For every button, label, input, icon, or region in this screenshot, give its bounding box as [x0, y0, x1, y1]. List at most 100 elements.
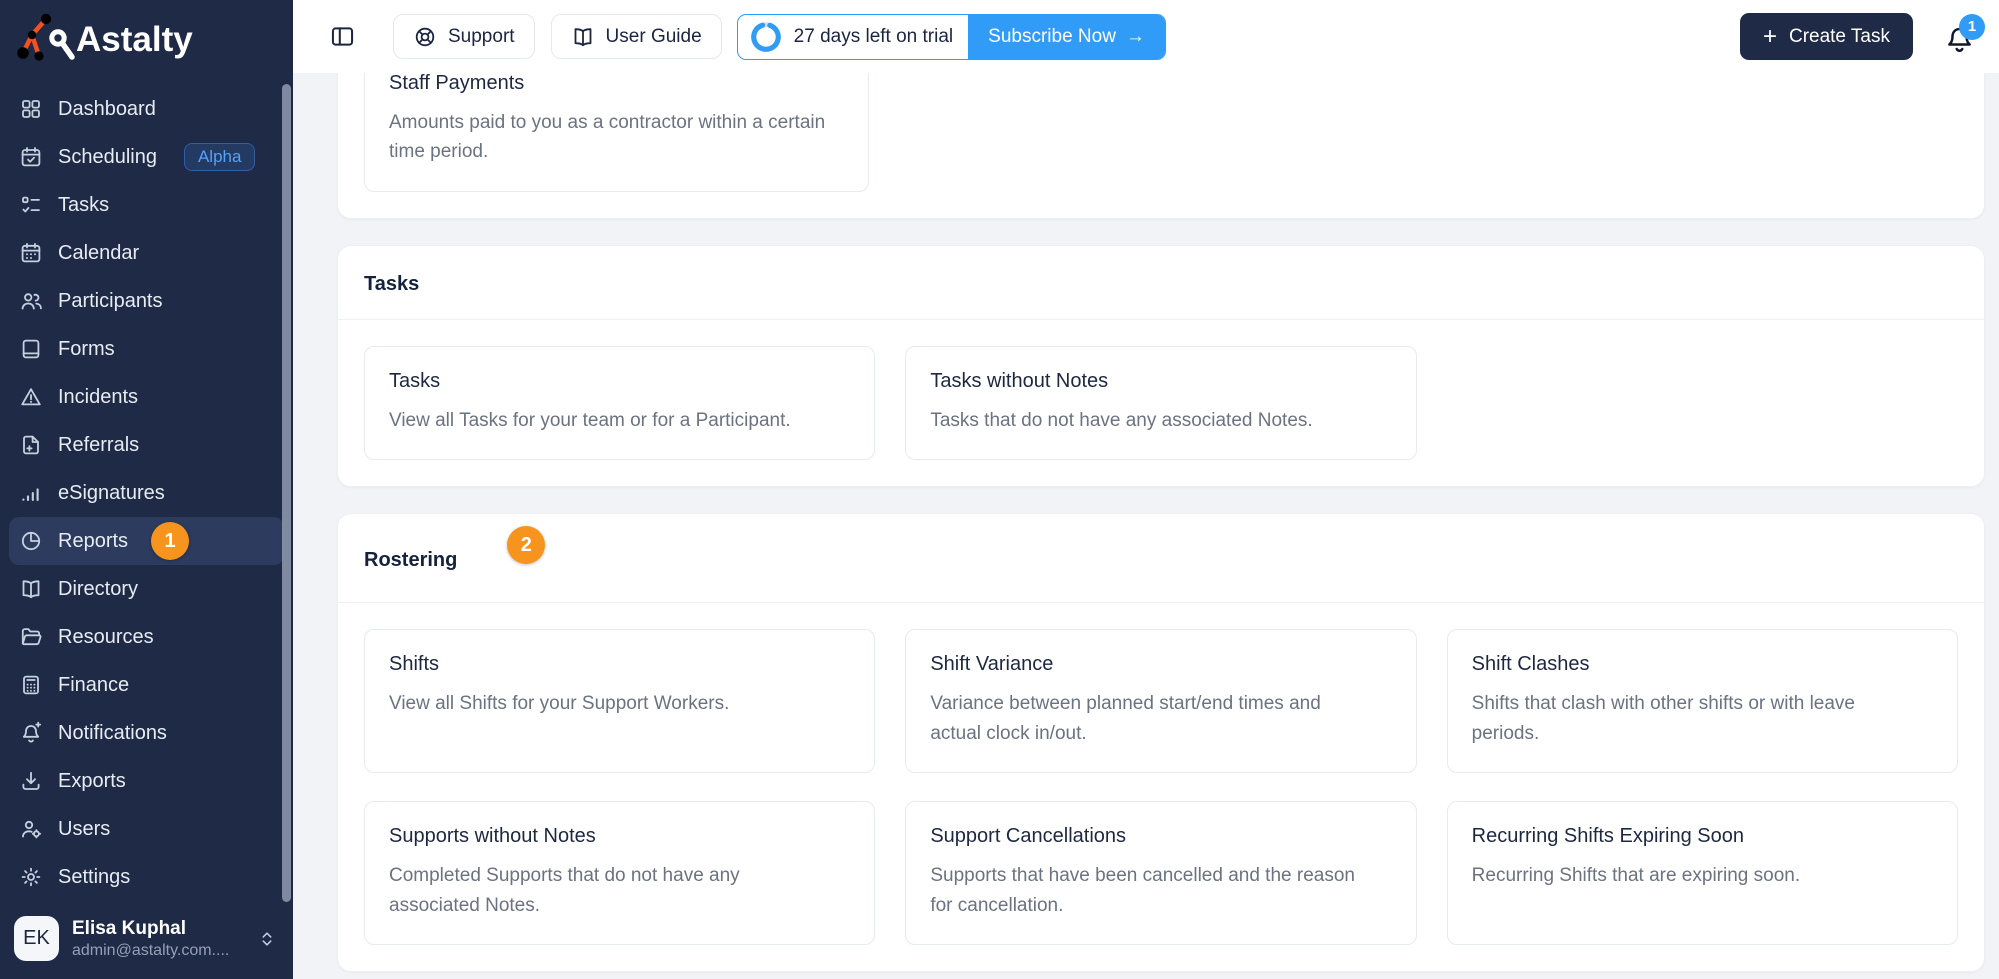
report-card-title: Tasks: [389, 369, 441, 392]
alert-triangle-icon: [19, 385, 43, 409]
user-guide-label: User Guide: [605, 25, 702, 47]
document-plus-icon: [19, 433, 43, 457]
sidebar-item-label: eSignatures: [58, 481, 165, 504]
report-card-desc: Recurring Shifts that are expiring soon.: [1471, 865, 1801, 887]
chevron-up-down-icon: [257, 929, 277, 949]
report-card-title: Supports without Notes: [389, 825, 596, 848]
logo-wordmark: Astalty: [76, 20, 193, 59]
sidebar-item-tasks[interactable]: Tasks: [9, 181, 284, 229]
user-meta: Elisa Kuphal admin@astalty.com....: [72, 918, 244, 960]
report-card-tasks[interactable]: Tasks View all Tasks for your team or fo…: [364, 345, 876, 461]
report-card-title: Staff Payments: [389, 73, 525, 94]
report-card-recurring-shifts-expiring[interactable]: Recurring Shifts Expiring Soon Recurring…: [1446, 801, 1958, 946]
sidebar-item-scheduling[interactable]: Scheduling Alpha: [9, 133, 284, 181]
sidebar-item-exports[interactable]: Exports: [9, 757, 284, 805]
plus-icon: +: [1762, 22, 1777, 50]
sidebar-item-calendar[interactable]: Calendar: [9, 229, 284, 277]
report-card-supports-without-notes[interactable]: Supports without Notes Completed Support…: [364, 801, 876, 946]
app-logo[interactable]: Astalty: [0, 0, 293, 73]
report-card-desc: Supports that have been cancelled and th…: [930, 865, 1355, 916]
sidebar-item-incidents[interactable]: Incidents: [9, 373, 284, 421]
sidebar-item-referrals[interactable]: Referrals: [9, 421, 284, 469]
sidebar-item-esignatures[interactable]: eSignatures: [9, 469, 284, 517]
trial-days-text: 27 days left on trial: [793, 25, 954, 47]
sidebar-toggle-button[interactable]: [329, 22, 359, 52]
sidebar-item-forms[interactable]: Forms: [9, 325, 284, 373]
sidebar-item-label: Directory: [58, 577, 139, 600]
form-icon: [19, 337, 43, 361]
people-icon: [19, 289, 43, 313]
sidebar-item-users[interactable]: Users: [9, 805, 284, 853]
report-card-shift-variance[interactable]: Shift Variance Variance between planned …: [905, 629, 1417, 774]
sidebar-item-participants[interactable]: Participants: [9, 277, 284, 325]
report-card-desc: Shifts that clash with other shifts or w…: [1471, 693, 1855, 744]
sidebar-item-label: Finance: [58, 673, 130, 696]
panel-left-icon: [331, 27, 354, 46]
report-card-shift-clashes[interactable]: Shift Clashes Shifts that clash with oth…: [1446, 629, 1958, 774]
sidebar-item-label: Forms: [58, 337, 115, 360]
sidebar-item-finance[interactable]: Finance: [9, 661, 284, 709]
sidebar-item-label: Calendar: [58, 241, 140, 264]
report-card-desc: View all Tasks for your team or for a Pa…: [389, 409, 791, 431]
user-menu[interactable]: EK Elisa Kuphal admin@astalty.com....: [0, 904, 293, 979]
report-card-shifts[interactable]: Shifts View all Shifts for your Support …: [364, 629, 876, 774]
subscribe-now-button[interactable]: Subscribe Now →: [968, 14, 1165, 59]
report-card-desc: Completed Supports that do not have any …: [389, 865, 740, 916]
tasks-card-grid: Tasks View all Tasks for your team or fo…: [338, 320, 1984, 486]
sidebar-item-directory[interactable]: Directory: [9, 565, 284, 613]
download-icon: [19, 769, 43, 793]
section-title: Tasks: [364, 272, 420, 295]
sidebar-item-label: Participants: [58, 289, 163, 312]
sidebar-scrollbar[interactable]: [282, 84, 291, 902]
sidebar-item-resources[interactable]: Resources: [9, 613, 284, 661]
signal-bars-icon: [19, 481, 43, 505]
sidebar-item-label: Scheduling: [58, 145, 157, 168]
report-card-desc: Tasks that do not have any associated No…: [930, 409, 1313, 431]
sidebar-item-settings[interactable]: Settings: [9, 853, 284, 901]
create-task-button[interactable]: + Create Task: [1739, 13, 1913, 60]
reports-page: Staff Payments Amounts paid to you as a …: [293, 73, 1999, 979]
report-card-title: Support Cancellations: [930, 825, 1127, 848]
bell-plus-icon: [19, 721, 43, 745]
user-name: Elisa Kuphal: [72, 917, 187, 939]
section-staff-payments: Staff Payments Amounts paid to you as a …: [337, 73, 1985, 219]
report-card-desc: Amounts paid to you as a contractor with…: [389, 112, 826, 163]
sidebar-item-dashboard[interactable]: Dashboard: [9, 85, 284, 133]
notifications-bell[interactable]: 1: [1943, 13, 1985, 56]
alpha-badge: Alpha: [183, 142, 256, 172]
create-task-label: Create Task: [1788, 25, 1890, 47]
report-card-support-cancellations[interactable]: Support Cancellations Supports that have…: [905, 801, 1417, 946]
sidebar-item-notifications[interactable]: Notifications: [9, 709, 284, 757]
open-book-icon: [19, 577, 43, 601]
report-card-title: Tasks without Notes: [930, 369, 1109, 392]
calendar-icon: [19, 241, 43, 265]
checklist-icon: [19, 193, 43, 217]
subscribe-label: Subscribe Now: [988, 25, 1116, 47]
user-guide-button[interactable]: User Guide: [550, 14, 722, 59]
sidebar-item-label: Tasks: [58, 193, 110, 216]
astalty-logo-icon: Astalty: [17, 13, 193, 61]
rostering-card-grid: Shifts View all Shifts for your Support …: [338, 603, 1984, 971]
life-ring-icon: [415, 27, 435, 46]
report-card-title: Shifts: [389, 653, 440, 676]
main-area: Support User Guide 27 days left on trial…: [293, 0, 1999, 979]
sidebar-item-reports[interactable]: Reports 1: [9, 517, 284, 565]
trial-status: 27 days left on trial: [738, 15, 968, 59]
calculator-icon: [19, 673, 43, 697]
sidebar-item-label: Settings: [58, 865, 131, 888]
arrow-right-icon: →: [1125, 25, 1145, 47]
pie-chart-icon: [19, 529, 43, 553]
report-card-title: Shift Variance: [930, 653, 1054, 676]
gear-icon: [19, 865, 43, 889]
section-tasks-header: Tasks: [338, 246, 1984, 320]
topbar-right: + Create Task 1: [1739, 13, 1985, 60]
sidebar-item-label: Incidents: [58, 385, 139, 408]
sidebar-item-label: Dashboard: [58, 97, 156, 120]
sidebar-item-label: Notifications: [58, 721, 167, 744]
report-card-tasks-without-notes[interactable]: Tasks without Notes Tasks that do not ha…: [905, 345, 1417, 461]
report-card-staff-payments[interactable]: Staff Payments Amounts paid to you as a …: [364, 73, 869, 192]
support-button[interactable]: Support: [393, 14, 535, 59]
avatar: EK: [14, 916, 59, 961]
report-card-desc: Variance between planned start/end times…: [930, 693, 1321, 744]
sidebar-item-label: Exports: [58, 769, 126, 792]
